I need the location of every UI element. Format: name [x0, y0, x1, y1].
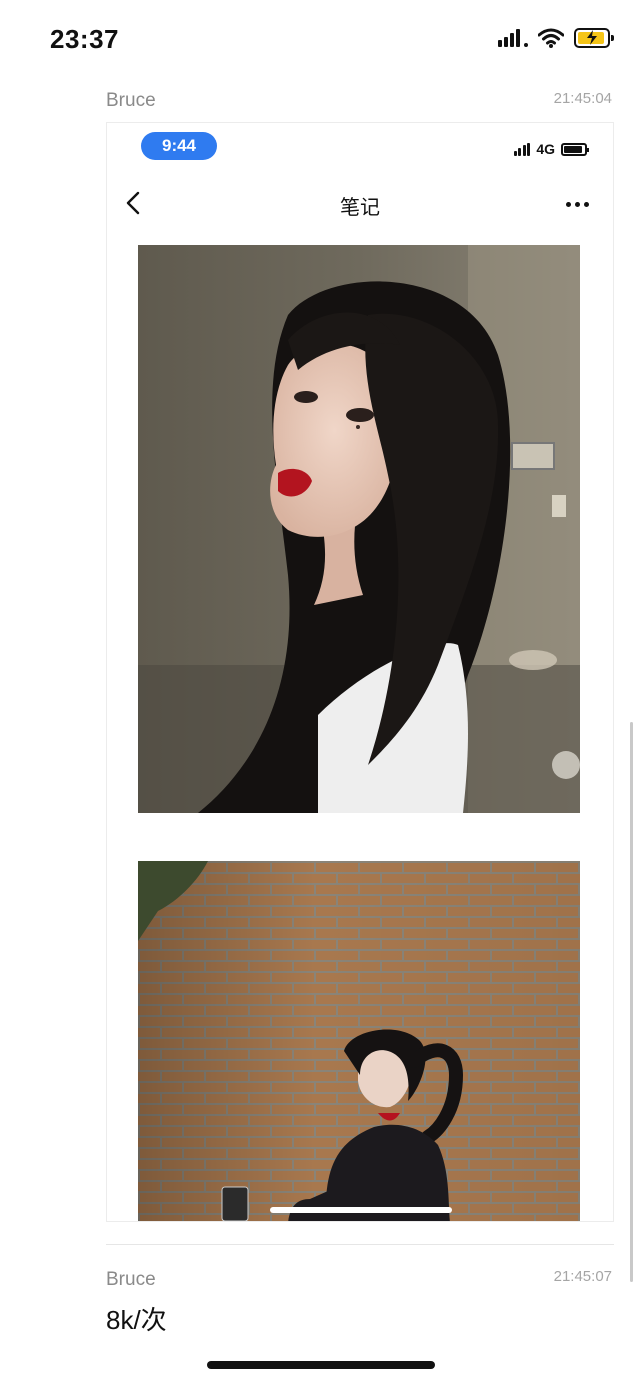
status-time: 23:37 — [50, 24, 119, 54]
scrollbar[interactable] — [630, 722, 633, 1282]
inner-status-icons: 4G — [513, 141, 589, 157]
more-icon[interactable] — [566, 202, 589, 207]
message-sender: Bruce — [106, 1269, 156, 1290]
shared-screenshot-card[interactable]: 9:44 4G 笔记 — [106, 122, 614, 1222]
signal-icon — [498, 29, 528, 47]
nav-title: 笔记 — [340, 197, 380, 219]
inner-home-indicator — [270, 1207, 452, 1213]
inner-battery-icon — [561, 142, 589, 156]
wifi-icon — [538, 28, 564, 48]
battery-charging-icon — [574, 28, 614, 48]
home-indicator[interactable] — [207, 1361, 435, 1369]
inner-signal-icon — [513, 142, 531, 156]
inner-status-time: 9:44 — [141, 132, 217, 160]
status-icons — [498, 28, 614, 48]
note-photo-portrait[interactable] — [138, 245, 580, 813]
message-timestamp: 21:45:04 — [553, 90, 612, 107]
message-text: 8k/次 — [106, 1305, 167, 1335]
note-photo-brick-wall[interactable] — [138, 861, 580, 1221]
divider — [106, 1244, 614, 1245]
message-sender: Bruce — [106, 90, 156, 111]
network-label: 4G — [536, 141, 555, 157]
message-timestamp: 21:45:07 — [553, 1268, 612, 1285]
